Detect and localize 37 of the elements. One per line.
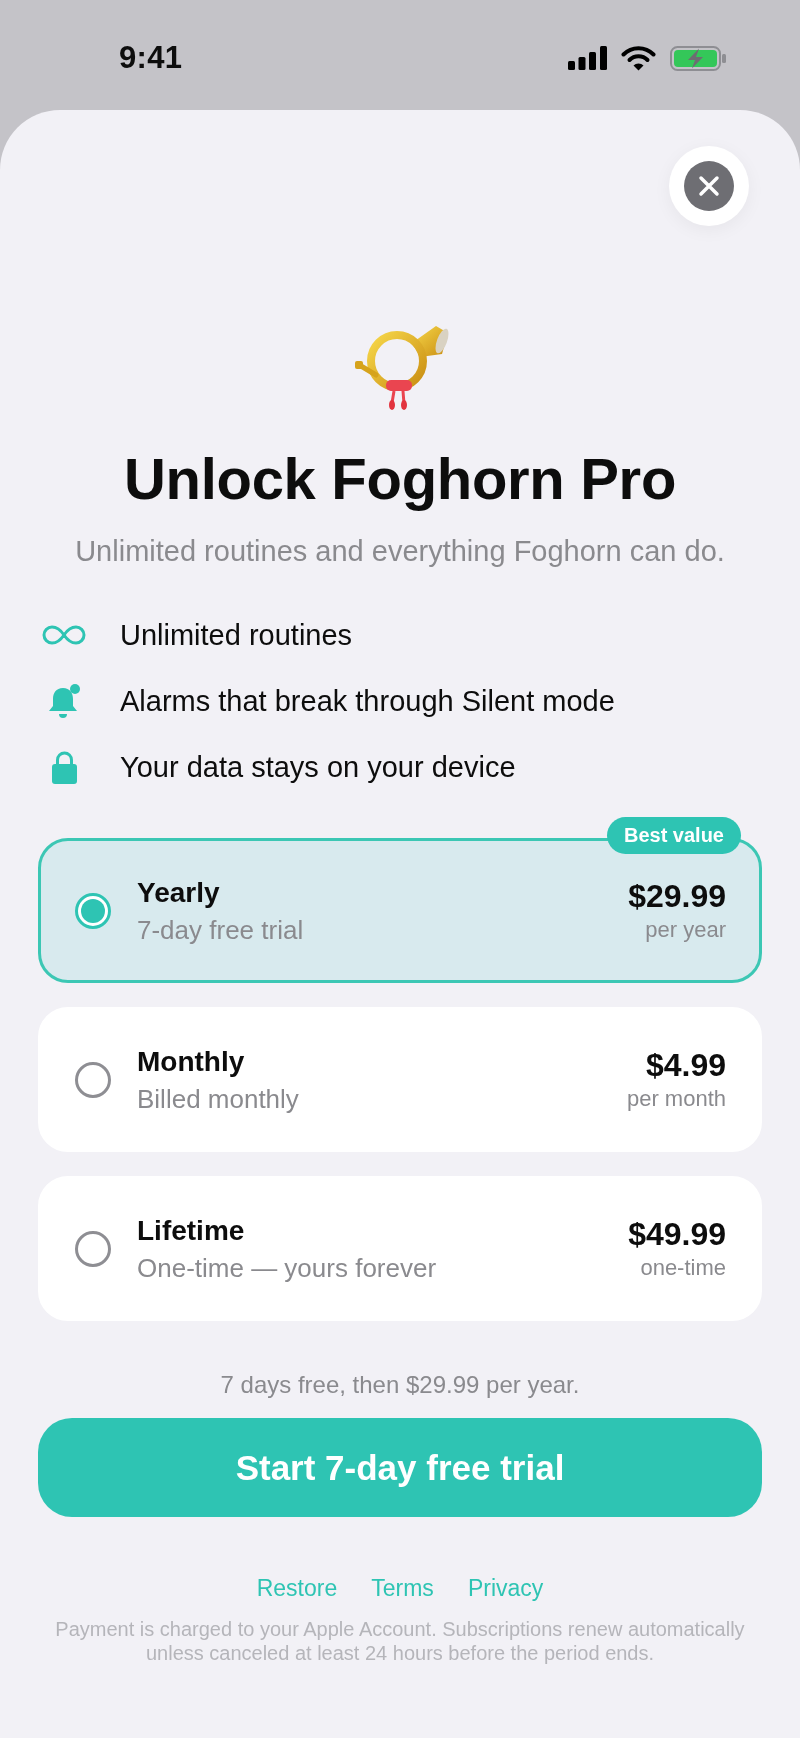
plan-price: $49.99 bbox=[628, 1214, 726, 1253]
plan-card[interactable]: Monthly Billed monthly $4.99 per month bbox=[38, 1007, 762, 1152]
legal-text: Payment is charged to your Apple Account. Subscriptions renew automatically unless canceled at least 24 hours before the period ends. bbox=[54, 1617, 746, 1665]
footer-link[interactable]: Privacy bbox=[467, 1573, 544, 1603]
bell-icon bbox=[47, 682, 81, 720]
plan-period: one-time bbox=[640, 1253, 726, 1282]
start-trial-button[interactable]: Start 7-day free trial bbox=[38, 1418, 762, 1517]
radio-button[interactable] bbox=[75, 892, 111, 929]
plan-price: $29.99 bbox=[628, 876, 726, 915]
signal-icon bbox=[568, 46, 607, 70]
plan-period: per month bbox=[626, 1084, 726, 1113]
plan-detail: One-time — yours forever bbox=[137, 1251, 437, 1285]
subtitle: Unlimited routines and everything Foghorn can do. bbox=[75, 534, 725, 569]
footer-link[interactable]: Terms bbox=[371, 1573, 434, 1603]
status-time: 9:41 bbox=[119, 40, 183, 76]
feature-text: Your data stays on your device bbox=[120, 750, 516, 785]
feature-text: Unlimited routines bbox=[120, 618, 353, 653]
footer-link[interactable]: Restore bbox=[256, 1573, 338, 1603]
plan-name: Yearly bbox=[137, 875, 220, 910]
lock-icon bbox=[51, 750, 77, 784]
plan-name: Lifetime bbox=[137, 1213, 245, 1248]
plan-card[interactable]: Lifetime One-time — yours forever $49.99 one-time bbox=[38, 1176, 762, 1321]
plan-name: Monthly bbox=[137, 1044, 245, 1079]
plan-period: per year bbox=[645, 915, 726, 944]
feature-text: Alarms that break through Silent mode bbox=[120, 684, 615, 719]
trial-note: 7 days free, then $29.99 per year. bbox=[220, 1370, 580, 1400]
title: Unlock Foghorn Pro bbox=[124, 445, 676, 513]
plan-badge: Best value bbox=[606, 817, 741, 854]
radio-button[interactable] bbox=[75, 1230, 111, 1267]
wifi-icon bbox=[621, 45, 656, 71]
plan-price: $4.99 bbox=[645, 1045, 726, 1084]
infinity-icon bbox=[41, 624, 87, 646]
battery-icon bbox=[670, 45, 726, 71]
close-icon bbox=[684, 161, 734, 211]
plan-detail: 7-day free trial bbox=[137, 913, 304, 947]
radio-button[interactable] bbox=[75, 1061, 111, 1098]
plan-detail: Billed monthly bbox=[137, 1082, 299, 1116]
